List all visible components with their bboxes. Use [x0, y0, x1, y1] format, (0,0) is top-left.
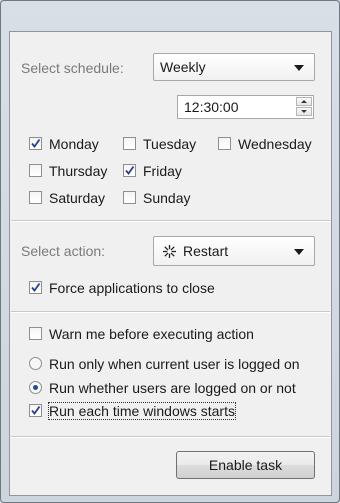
day-label: Thursday: [49, 163, 108, 179]
chevron-down-icon: [294, 249, 304, 255]
run-logged-on-label: Run only when current user is logged on: [49, 356, 300, 372]
action-dropdown[interactable]: Restart: [153, 236, 315, 266]
checkbox-box: [123, 164, 136, 177]
warn-label: Warn me before executing action: [49, 326, 254, 342]
spin-down-button[interactable]: [296, 107, 312, 116]
spin-up-button[interactable]: [296, 97, 312, 106]
time-spinner[interactable]: [296, 97, 312, 117]
day-label: Friday: [143, 163, 182, 179]
restart-icon: [163, 245, 176, 258]
checkmark-icon: [31, 138, 41, 148]
radio-circle: [29, 381, 42, 394]
window-frame: Select schedule: Weekly 12:30:00 Monday …: [0, 0, 340, 503]
time-picker[interactable]: 12:30:00: [177, 95, 314, 119]
force-close-label: Force applications to close: [49, 280, 215, 296]
run-whether-label: Run whether users are logged on or not: [49, 380, 296, 396]
divider: [11, 311, 330, 313]
checkbox-box: [29, 404, 42, 417]
chevron-down-icon: [294, 65, 304, 71]
run-each-start-label: Run each time windows starts: [48, 402, 236, 420]
checkbox-box: [29, 191, 42, 204]
checkbox-box: [29, 281, 42, 294]
divider: [11, 436, 330, 438]
checkbox-box: [29, 164, 42, 177]
checkbox-box: [123, 137, 136, 150]
checkbox-box: [218, 137, 231, 150]
day-label: Saturday: [49, 190, 106, 206]
divider: [11, 220, 330, 222]
schedule-dropdown[interactable]: Weekly: [153, 53, 315, 81]
action-label: Select action:: [21, 243, 106, 259]
checkmark-icon: [31, 405, 41, 415]
day-label: Monday: [49, 136, 99, 152]
time-value: 12:30:00: [184, 99, 239, 115]
checkbox-box: [29, 137, 42, 150]
schedule-label: Select schedule:: [21, 60, 124, 76]
action-value: Restart: [183, 243, 229, 259]
checkmark-icon: [31, 282, 41, 292]
radio-circle: [29, 357, 42, 370]
checkbox-box: [123, 191, 136, 204]
task-panel: Select schedule: Weekly 12:30:00 Monday …: [9, 31, 332, 496]
day-label: Sunday: [143, 190, 191, 206]
schedule-value: Weekly: [160, 59, 206, 75]
enable-task-button[interactable]: Enable task: [176, 451, 315, 479]
checkmark-icon: [125, 165, 135, 175]
day-label: Tuesday: [143, 136, 197, 152]
day-label: Wednesday: [238, 136, 312, 152]
checkbox-box: [29, 327, 42, 340]
